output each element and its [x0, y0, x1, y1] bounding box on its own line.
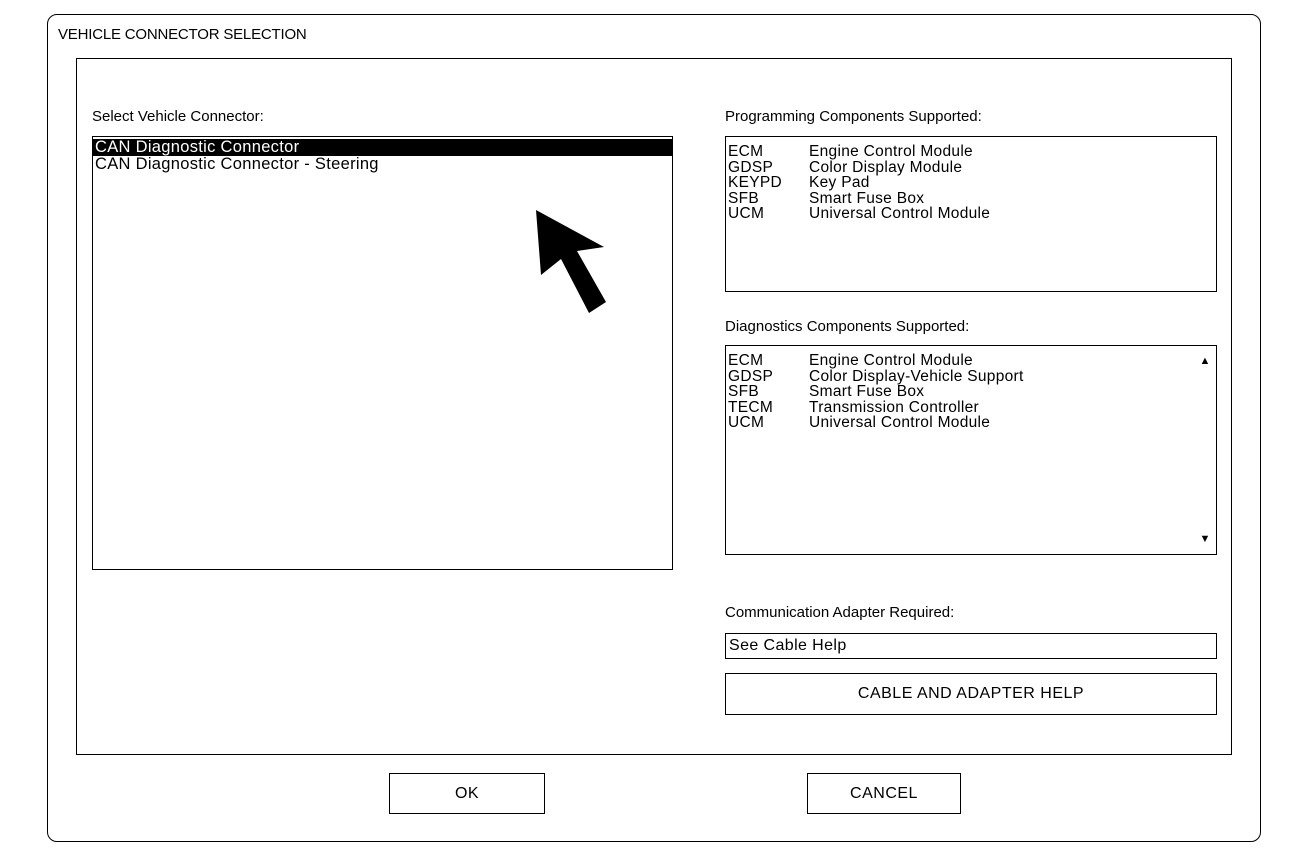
- list-item: UCM Universal Control Module: [726, 415, 1216, 431]
- list-item: GDSP Color Display-Vehicle Support: [726, 367, 1216, 385]
- component-name: Smart Fuse Box: [809, 189, 925, 207]
- list-item: TECM Transmission Controller: [726, 398, 1216, 416]
- list-item: GDSP Color Display Module: [726, 158, 1216, 176]
- ok-button[interactable]: OK: [389, 773, 545, 814]
- list-item-can-diagnostic-connector-steering[interactable]: CAN Diagnostic Connector - Steering: [93, 156, 672, 173]
- component-name: Transmission Controller: [809, 398, 979, 416]
- connector-list[interactable]: CAN Diagnostic Connector CAN Diagnostic …: [92, 136, 673, 570]
- connector-panel: Select Vehicle Connector: CAN Diagnostic…: [76, 58, 1232, 755]
- component-name: Key Pad: [809, 174, 870, 191]
- component-code: ECM: [728, 143, 764, 160]
- scroll-up-icon[interactable]: ▲: [1194, 350, 1216, 372]
- list-item: SFB Smart Fuse Box: [726, 189, 1216, 207]
- component-code: ECM: [728, 352, 764, 369]
- component-name: Color Display Module: [809, 158, 963, 176]
- component-code: UCM: [728, 205, 765, 222]
- cancel-button[interactable]: CANCEL: [807, 773, 961, 814]
- cable-adapter-help-button[interactable]: CABLE AND ADAPTER HELP: [725, 673, 1217, 715]
- select-connector-label: Select Vehicle Connector:: [92, 108, 264, 125]
- diagnostics-components-list[interactable]: ECM Engine Control Module GDSP Color Dis…: [725, 345, 1217, 555]
- list-item: KEYPD Key Pad: [726, 175, 1216, 191]
- adapter-required-field: See Cable Help: [725, 633, 1217, 659]
- list-item: ECM Engine Control Module: [726, 144, 1216, 160]
- list-item: SFB Smart Fuse Box: [726, 384, 1216, 400]
- component-name: Engine Control Module: [809, 352, 973, 369]
- component-code: SFB: [728, 189, 760, 207]
- component-code: TECM: [728, 398, 774, 416]
- diagnostics-components-label: Diagnostics Components Supported:: [725, 318, 970, 335]
- mouse-pointer-icon: [536, 210, 606, 313]
- vehicle-connector-dialog: VEHICLE CONNECTOR SELECTION Select Vehic…: [47, 14, 1261, 842]
- scroll-down-icon[interactable]: ▼: [1194, 528, 1216, 550]
- list-item: ECM Engine Control Module: [726, 353, 1216, 369]
- component-name: Smart Fuse Box: [809, 383, 925, 400]
- component-code: SFB: [728, 383, 760, 400]
- component-name: Engine Control Module: [809, 143, 973, 160]
- dialog-title: VEHICLE CONNECTOR SELECTION: [58, 26, 307, 43]
- programming-components-list[interactable]: ECM Engine Control Module GDSP Color Dis…: [725, 136, 1217, 292]
- programming-components-label: Programming Components Supported:: [725, 108, 982, 125]
- component-code: KEYPD: [728, 174, 783, 191]
- component-code: UCM: [728, 414, 765, 431]
- component-name: Universal Control Module: [809, 205, 991, 222]
- adapter-required-label: Communication Adapter Required:: [725, 604, 955, 621]
- diagnostics-scrollbar[interactable]: ▲ ▼: [1194, 346, 1216, 554]
- list-item: UCM Universal Control Module: [726, 206, 1216, 222]
- list-item-can-diagnostic-connector[interactable]: CAN Diagnostic Connector: [93, 139, 672, 156]
- component-code: GDSP: [728, 367, 774, 385]
- component-name: Universal Control Module: [809, 414, 991, 431]
- component-code: GDSP: [728, 158, 774, 176]
- component-name: Color Display-Vehicle Support: [809, 367, 1024, 385]
